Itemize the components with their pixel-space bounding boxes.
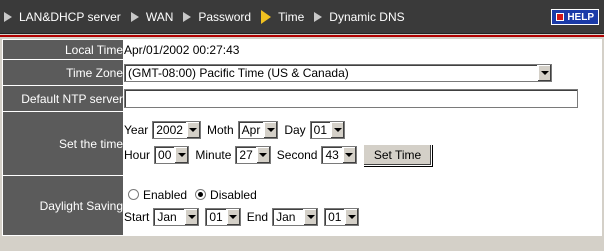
hour-value: 00 bbox=[158, 147, 172, 162]
nav-arrow-icon bbox=[130, 12, 139, 22]
day-select[interactable]: 01 bbox=[309, 120, 346, 139]
year-select[interactable]: 2002 bbox=[152, 120, 201, 139]
chevron-down-icon bbox=[537, 64, 551, 81]
end-day-value: 01 bbox=[328, 209, 342, 224]
month-select[interactable]: Apr bbox=[237, 120, 279, 139]
daylight-enabled-label: Enabled bbox=[143, 187, 188, 202]
daylight-disabled-radio[interactable] bbox=[195, 189, 207, 200]
chevron-down-icon bbox=[341, 146, 356, 163]
time-zone-selected-value: (GMT-08:00) Pacific Time (US & Canada) bbox=[128, 65, 349, 80]
nav-item-wan[interactable]: WAN bbox=[130, 10, 174, 24]
nav-item-label: Password bbox=[198, 10, 252, 24]
nav-item-time[interactable]: Time bbox=[261, 10, 304, 24]
date-line: Year 2002 Moth Apr Day 01 bbox=[124, 119, 601, 141]
help-button[interactable]: HELP bbox=[551, 9, 599, 25]
local-time-row: Local Time Apr/01/2002 00:27:43 bbox=[2, 39, 602, 60]
time-settings-table: Local Time Apr/01/2002 00:27:43 Time Zon… bbox=[2, 39, 602, 236]
chevron-down-icon bbox=[344, 208, 359, 225]
minute-select[interactable]: 27 bbox=[235, 145, 271, 164]
chevron-down-icon bbox=[303, 208, 318, 225]
help-label: HELP bbox=[567, 11, 594, 23]
daylight-range-line: Start Jan 01 End Jan 01 bbox=[124, 206, 601, 228]
month-label: Moth bbox=[206, 122, 234, 137]
chevron-down-icon bbox=[263, 121, 278, 138]
minute-value: 27 bbox=[239, 147, 253, 162]
clock-line: Hour 00 Minute 27 Second 43 Set Time bbox=[124, 141, 601, 169]
nav-item-label: WAN bbox=[145, 10, 174, 24]
nav-arrow-icon bbox=[4, 12, 12, 22]
nav-item-label: Dynamic DNS bbox=[329, 10, 405, 24]
time-zone-select[interactable]: (GMT-08:00) Pacific Time (US & Canada) bbox=[124, 63, 552, 82]
second-select[interactable]: 43 bbox=[321, 145, 357, 164]
end-label: End bbox=[246, 209, 269, 224]
nav-item-label: LAN&DHCP server bbox=[19, 10, 121, 24]
end-month-value: Jan bbox=[276, 209, 296, 224]
chevron-down-icon bbox=[255, 146, 270, 163]
top-navigation-bar: LAN&DHCP server WAN Password Time Dynami… bbox=[0, 0, 604, 34]
second-value: 43 bbox=[325, 147, 339, 162]
minute-label: Minute bbox=[195, 147, 232, 162]
chevron-down-icon bbox=[184, 208, 199, 225]
local-time-value: Apr/01/2002 00:27:43 bbox=[123, 39, 602, 60]
chevron-down-icon bbox=[174, 146, 189, 163]
daylight-mode-line: Enabled Disabled bbox=[124, 184, 601, 206]
hour-label: Hour bbox=[124, 147, 151, 162]
time-zone-row: Time Zone (GMT-08:00) Pacific Time (US &… bbox=[2, 59, 602, 86]
end-day-select[interactable]: 01 bbox=[324, 207, 360, 226]
year-value: 2002 bbox=[156, 122, 183, 137]
start-day-select[interactable]: 01 bbox=[205, 207, 241, 226]
month-value: Apr bbox=[241, 122, 261, 137]
daylight-enabled-radio[interactable] bbox=[128, 189, 139, 200]
ntp-server-input[interactable] bbox=[124, 89, 578, 108]
local-time-label: Local Time bbox=[2, 39, 124, 60]
daylight-disabled-label: Disabled bbox=[210, 187, 257, 202]
set-time-row: Set the time Year 2002 Moth Apr Day 01 H… bbox=[2, 111, 602, 176]
day-value: 01 bbox=[313, 122, 328, 137]
start-month-value: Jan bbox=[157, 209, 177, 224]
help-flag-icon bbox=[556, 13, 565, 21]
nav-menu: LAN&DHCP server WAN Password Time Dynami… bbox=[0, 0, 415, 34]
header-divider bbox=[0, 35, 604, 37]
chevron-down-icon bbox=[330, 121, 345, 138]
nav-item-password[interactable]: Password bbox=[183, 10, 251, 24]
daylight-saving-row: Daylight Saving Enabled Disabled Start J… bbox=[2, 175, 602, 236]
hour-select[interactable]: 00 bbox=[154, 145, 190, 164]
start-label: Start bbox=[124, 209, 150, 224]
chevron-down-icon bbox=[185, 121, 200, 138]
ntp-label: Default NTP server bbox=[2, 85, 124, 112]
nav-item-label: Time bbox=[278, 10, 305, 24]
ntp-row: Default NTP server bbox=[2, 85, 602, 112]
nav-arrow-icon bbox=[314, 12, 323, 22]
nav-arrow-icon bbox=[183, 12, 192, 22]
chevron-down-icon bbox=[225, 208, 240, 225]
time-zone-label: Time Zone bbox=[2, 59, 124, 86]
start-month-select[interactable]: Jan bbox=[153, 207, 200, 226]
daylight-saving-label: Daylight Saving bbox=[2, 175, 124, 236]
set-time-button[interactable]: Set Time bbox=[362, 143, 433, 166]
second-label: Second bbox=[276, 147, 318, 162]
start-day-value: 01 bbox=[209, 209, 223, 224]
year-label: Year bbox=[124, 122, 149, 137]
day-label: Day bbox=[284, 122, 306, 137]
nav-item-lan-dhcp[interactable]: LAN&DHCP server bbox=[4, 10, 121, 24]
set-time-label: Set the time bbox=[2, 111, 124, 176]
end-month-select[interactable]: Jan bbox=[272, 207, 319, 226]
nav-item-dynamic-dns[interactable]: Dynamic DNS bbox=[314, 10, 405, 24]
nav-arrow-active-icon bbox=[261, 10, 272, 24]
